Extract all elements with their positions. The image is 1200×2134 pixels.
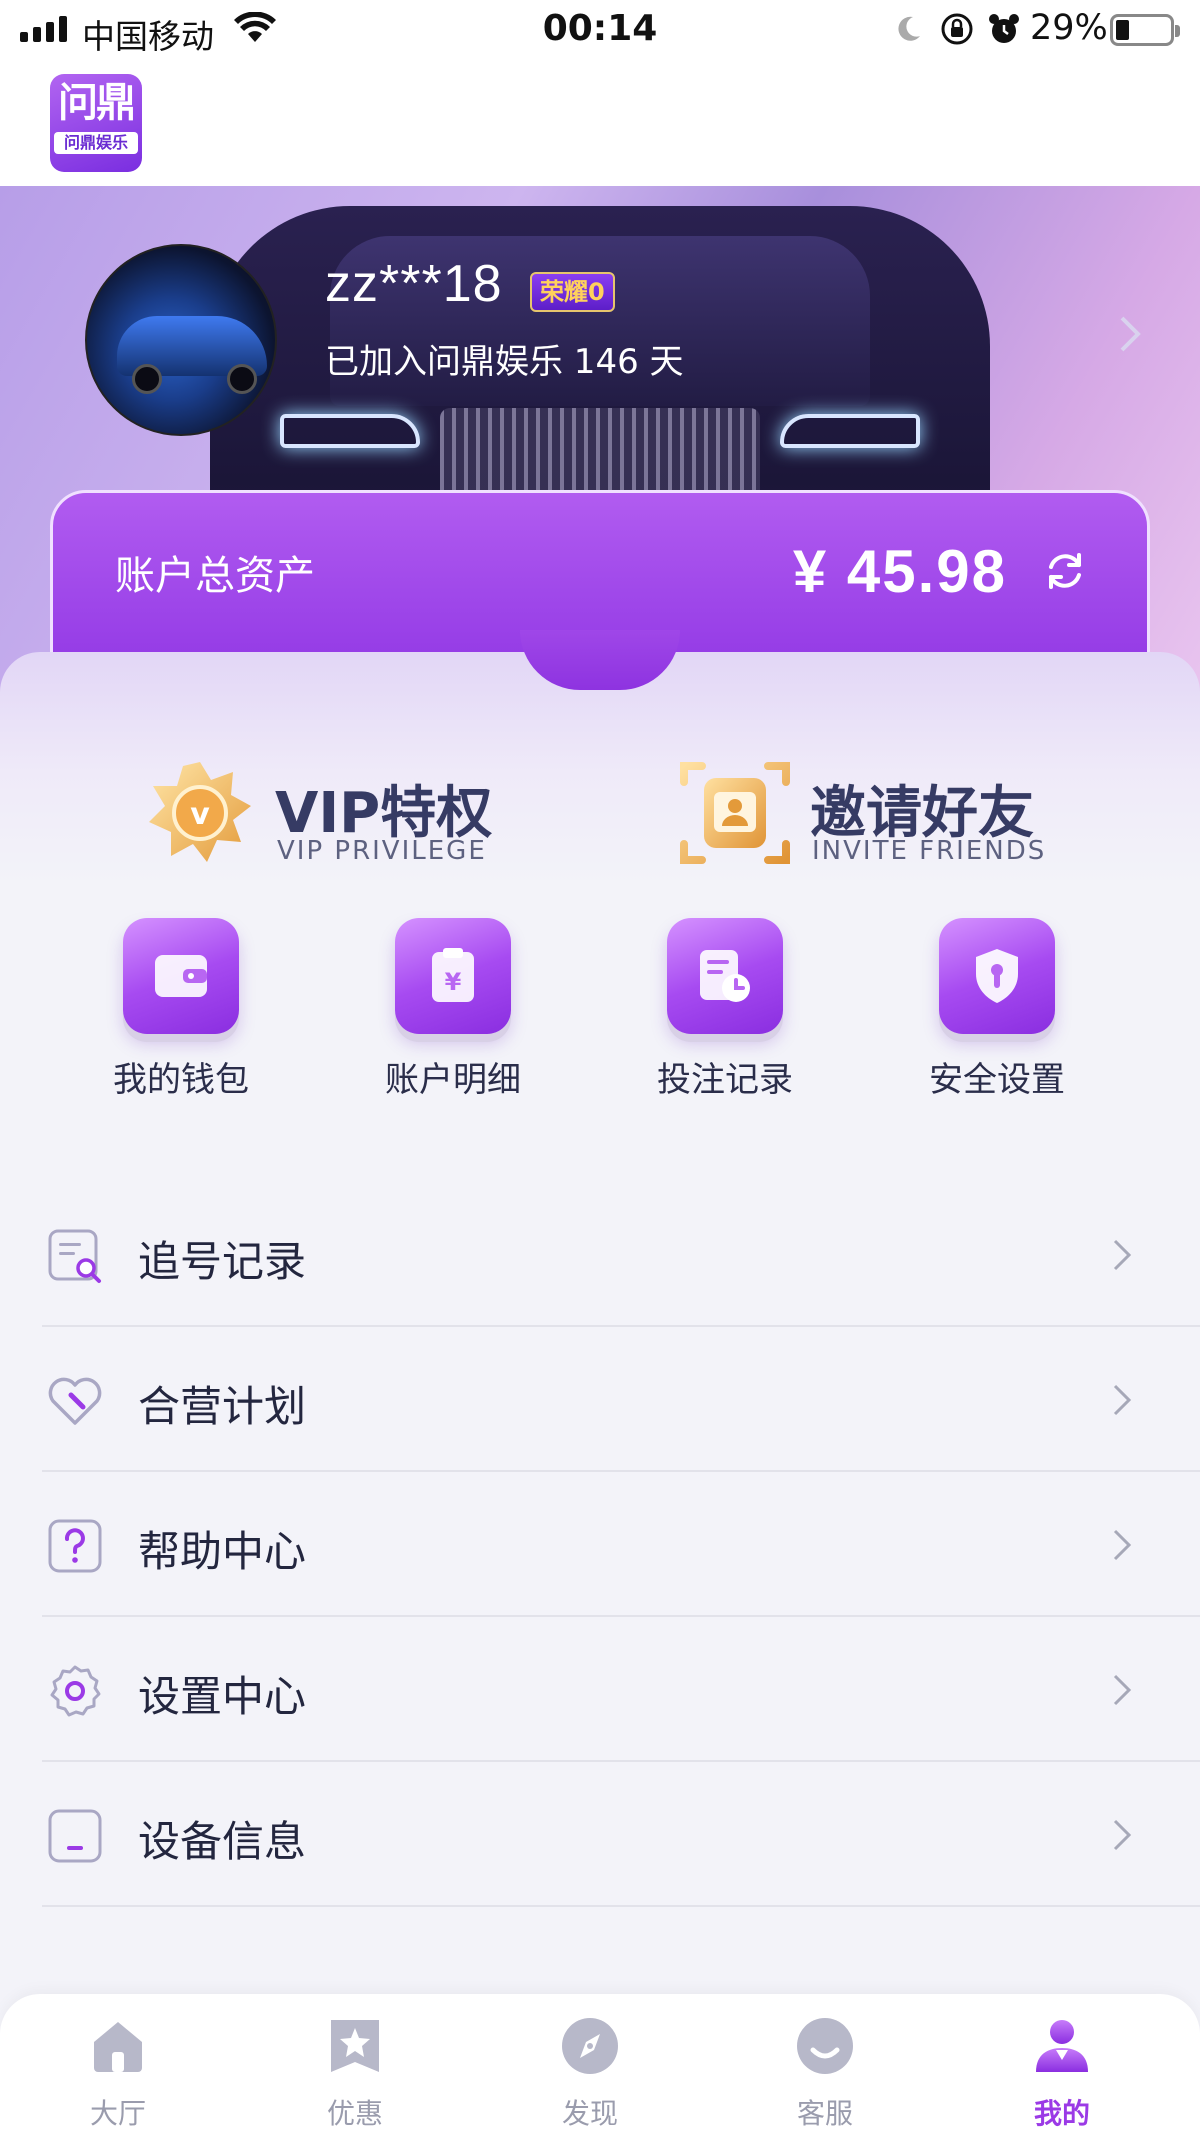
moon-icon — [898, 16, 920, 41]
promo-star-icon — [331, 2020, 379, 2072]
rotation-lock-icon — [941, 13, 973, 45]
tab-lobby[interactable]: 大厅 — [38, 2014, 198, 2132]
tab-discover[interactable]: 发现 — [510, 2014, 670, 2132]
bet-record-button[interactable]: 投注记录 — [625, 918, 825, 1101]
refresh-icon[interactable] — [1043, 549, 1087, 593]
invite-friends-icon — [680, 762, 790, 864]
menu-item-help-center[interactable]: 帮助中心 — [42, 1472, 1200, 1617]
svg-text:¥: ¥ — [445, 968, 462, 996]
compass-icon — [562, 2018, 618, 2074]
username: zz***18 — [325, 255, 503, 313]
menu-item-device-info[interactable]: 设备信息 — [42, 1762, 1200, 1907]
rank-badge: 荣耀0 — [530, 272, 615, 312]
chevron-right-icon[interactable] — [1118, 314, 1142, 354]
menu-item-label: 设备信息 — [138, 1817, 307, 1866]
account-detail-label: 账户明细 — [385, 1060, 521, 1100]
partnership-icon — [48, 1377, 102, 1425]
help-icon — [48, 1519, 102, 1573]
menu-item-label: 合营计划 — [138, 1382, 307, 1431]
bottom-tab-bar: 大厅 优惠 发现 客服 我的 — [0, 1994, 1200, 2134]
svg-text:v: v — [190, 797, 210, 832]
shield-icon — [939, 918, 1055, 1034]
wallet-icon — [123, 918, 239, 1034]
vip-medal-icon: v — [149, 762, 251, 862]
invite-subtitle: INVITE FRIENDS — [812, 836, 1047, 866]
vip-privilege-button[interactable]: v VIP特权 VIP PRIVILEGE — [145, 758, 525, 878]
app-header: 问鼎 问鼎娱乐 — [0, 62, 1200, 186]
total-assets-value: ¥ 45.98 — [792, 538, 1007, 605]
my-wallet-button[interactable]: 我的钱包 — [81, 918, 281, 1101]
tab-promotions[interactable]: 优惠 — [275, 2014, 435, 2132]
home-icon — [94, 2022, 142, 2072]
app-logo: 问鼎 问鼎娱乐 — [50, 74, 142, 172]
alarm-icon — [989, 14, 1019, 43]
menu-item-label: 追号记录 — [138, 1237, 307, 1286]
tab-mine[interactable]: 我的 — [982, 2014, 1142, 2132]
chevron-right-icon — [1113, 1819, 1132, 1851]
support-icon — [797, 2018, 853, 2074]
avatar[interactable] — [85, 244, 277, 436]
chevron-right-icon — [1113, 1674, 1132, 1706]
joined-days: 已加入问鼎娱乐 146 天 — [325, 342, 684, 382]
search-record-icon — [48, 1229, 101, 1283]
status-bar: 中国移动 00:14 29% — [0, 0, 1200, 62]
bet-record-label: 投注记录 — [657, 1060, 793, 1100]
menu-item-settings-center[interactable]: 设置中心 — [42, 1617, 1200, 1762]
security-settings-button[interactable]: 安全设置 — [897, 918, 1097, 1101]
total-assets-label: 账户总资产 — [115, 553, 315, 599]
device-icon — [48, 1809, 102, 1863]
chevron-right-icon — [1113, 1384, 1132, 1416]
user-icon — [1036, 2020, 1088, 2072]
menu-list: 追号记录 合营计划 帮助中心 设置中心 设备信息 — [42, 1182, 1200, 1907]
menu-item-label: 设置中心 — [138, 1672, 307, 1721]
security-settings-label: 安全设置 — [929, 1060, 1065, 1100]
menu-item-chase-record[interactable]: 追号记录 — [42, 1182, 1200, 1327]
invite-friends-button[interactable]: 邀请好友 INVITE FRIENDS — [680, 758, 1080, 878]
account-detail-button[interactable]: ¥ 账户明细 — [353, 918, 553, 1101]
chevron-right-icon — [1113, 1529, 1132, 1561]
account-detail-icon: ¥ — [395, 918, 511, 1034]
bet-record-icon — [667, 918, 783, 1034]
tab-customer-service[interactable]: 客服 — [745, 2014, 905, 2132]
menu-item-partnership[interactable]: 合营计划 — [42, 1327, 1200, 1472]
my-wallet-label: 我的钱包 — [113, 1060, 249, 1100]
battery-icon — [1110, 14, 1180, 46]
chevron-right-icon — [1113, 1239, 1132, 1271]
battery-percentage: 29% — [1030, 8, 1108, 48]
menu-item-label: 帮助中心 — [138, 1527, 307, 1576]
gear-icon — [50, 1665, 101, 1717]
vip-subtitle: VIP PRIVILEGE — [277, 836, 487, 866]
